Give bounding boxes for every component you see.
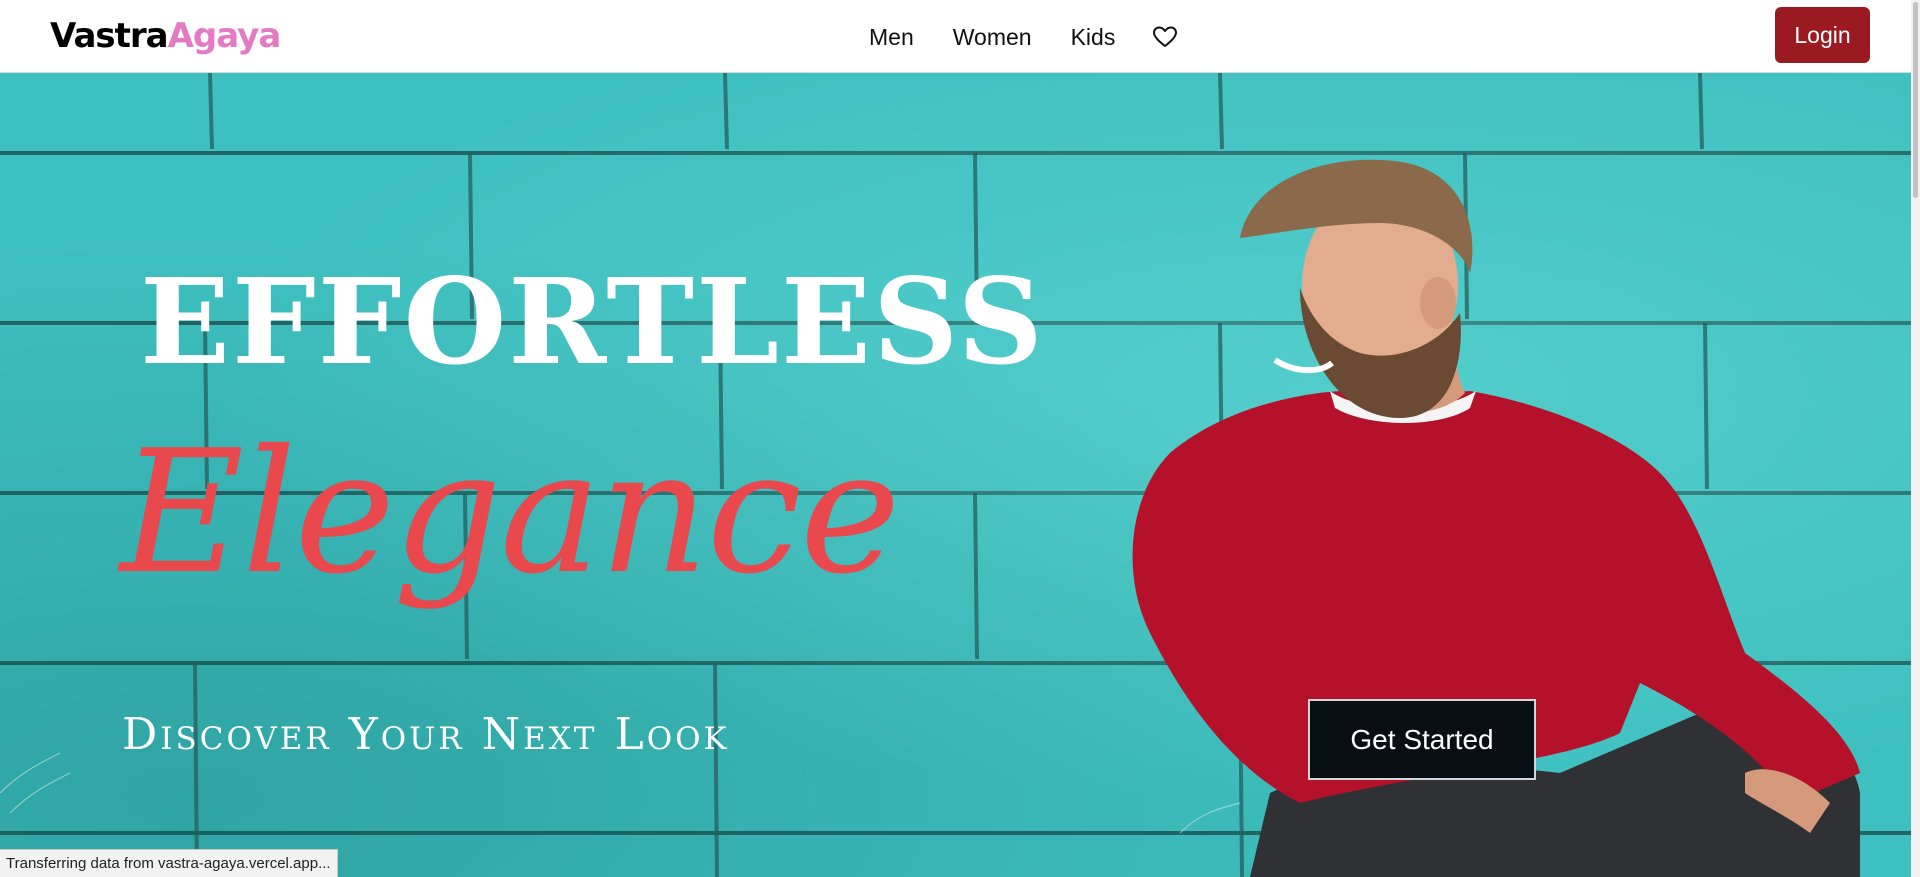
hero-headline-elegance: Elegance bbox=[120, 414, 901, 612]
wishlist-heart-icon[interactable] bbox=[1152, 24, 1178, 50]
browser-status-bar: Transferring data from vastra-agaya.verc… bbox=[0, 849, 338, 877]
nav-link-kids[interactable]: Kids bbox=[1071, 20, 1116, 54]
top-navbar: VastraAgaya Men Women Kids Login bbox=[0, 0, 1920, 73]
get-started-button[interactable]: Get Started bbox=[1308, 699, 1536, 780]
page-scrollbar-thumb[interactable] bbox=[1913, 2, 1918, 198]
heart-outline-icon bbox=[1153, 26, 1178, 47]
hero-headline-effortless: EFFORTLESS bbox=[140, 252, 1045, 391]
nav-link-men[interactable]: Men bbox=[869, 20, 914, 54]
brand-logo-part-1: Vastra bbox=[50, 16, 169, 56]
hero-tagline: Discover Your Next Look bbox=[122, 709, 730, 760]
brand-logo[interactable]: VastraAgaya bbox=[50, 14, 282, 58]
hero-banner: EFFORTLESS Elegance Discover Your Next L… bbox=[0, 73, 1911, 877]
main-nav: Men Women Kids bbox=[869, 20, 1178, 54]
nav-link-women[interactable]: Women bbox=[953, 20, 1032, 54]
page: VastraAgaya Men Women Kids Login EFFORTL… bbox=[0, 0, 1920, 877]
brand-logo-part-2: Agaya bbox=[167, 16, 282, 56]
login-button[interactable]: Login bbox=[1775, 7, 1870, 63]
page-scrollbar[interactable] bbox=[1911, 0, 1920, 877]
